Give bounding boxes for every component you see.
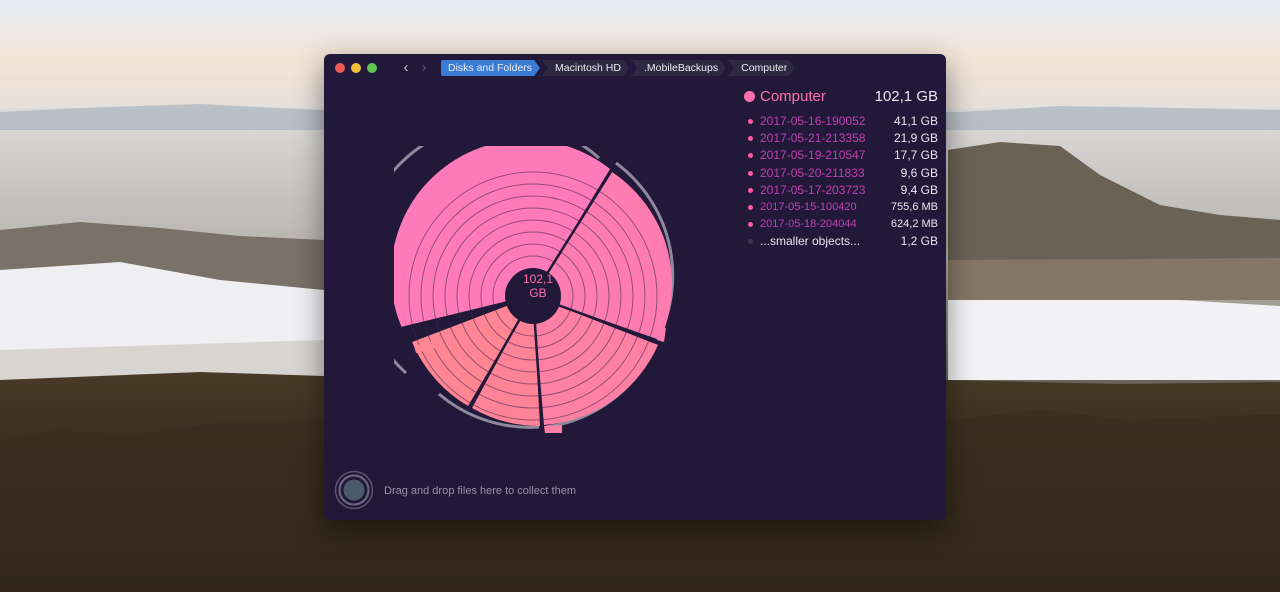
item-size: 755,6 MB: [890, 200, 938, 213]
item-color-dot: [748, 170, 753, 176]
item-size: 1,2 GB: [900, 234, 938, 249]
item-color-dot: [748, 153, 753, 159]
item-name: 2017-05-21-213358: [760, 131, 866, 146]
panel-header: Computer 102,1 GB: [744, 87, 940, 109]
item-color-dot: [748, 136, 753, 142]
collector-drop-zone-icon[interactable]: [334, 470, 374, 510]
breadcrumb-mobilebackups[interactable]: .MobileBackups: [631, 60, 726, 76]
item-color-dot: [748, 119, 753, 124]
item-name: 2017-05-19-210547: [760, 148, 866, 163]
close-window-button[interactable]: [335, 63, 345, 73]
item-size: 624,2 MB: [890, 218, 938, 231]
item-name: 2017-05-16-190052: [760, 114, 866, 128]
drop-zone-hint: Drag and drop files here to collect them: [384, 485, 576, 497]
list-item[interactable]: 2017-05-17-203723 9,4 GB: [744, 182, 940, 199]
panel-total-size: 102,1 GB: [874, 88, 938, 105]
item-name: 2017-05-15-100420: [760, 200, 857, 213]
list-item[interactable]: 2017-05-18-204044 624,2 MB: [744, 216, 940, 233]
app-window: ‹ › Disks and Folders Macintosh HD .Mobi…: [324, 54, 946, 520]
item-name: 2017-05-18-204044: [760, 218, 857, 231]
breadcrumb: Disks and Folders Macintosh HD .MobileBa…: [441, 60, 797, 76]
list-item[interactable]: 2017-05-15-100420 755,6 MB: [744, 199, 940, 216]
list-item[interactable]: 2017-05-16-190052 41,1 GB: [744, 113, 940, 130]
item-color-dot: [748, 239, 753, 245]
item-color-dot: [748, 204, 753, 210]
info-panel: Computer 102,1 GB 2017-05-16-190052 41,1…: [744, 87, 940, 248]
panel-title[interactable]: Computer: [760, 88, 826, 105]
list-item[interactable]: 2017-05-20-211833 9,6 GB: [744, 165, 940, 182]
item-size: 21,9 GB: [893, 131, 938, 146]
breadcrumb-computer[interactable]: Computer: [728, 60, 795, 76]
list-item[interactable]: 2017-05-19-210547 17,7 GB: [744, 147, 940, 164]
item-list: 2017-05-16-190052 41,1 GB 2017-05-21-213…: [744, 113, 940, 251]
item-name: 2017-05-17-203723: [760, 182, 866, 197]
item-size: 17,7 GB: [893, 148, 938, 163]
item-size: 9,4 GB: [900, 182, 938, 197]
item-size: 41,1 GB: [893, 114, 938, 128]
breadcrumb-disks-and-folders[interactable]: Disks and Folders: [441, 60, 540, 76]
forward-arrow-icon[interactable]: ›: [416, 59, 432, 77]
item-size: 9,6 GB: [900, 165, 938, 180]
minimize-window-button[interactable]: [351, 63, 361, 73]
list-item[interactable]: 2017-05-21-213358 21,9 GB: [744, 130, 940, 147]
folder-color-dot: [744, 91, 755, 102]
zoom-window-button[interactable]: [367, 63, 377, 73]
back-arrow-icon[interactable]: ‹: [398, 59, 414, 77]
item-name: 2017-05-20-211833: [760, 165, 865, 180]
total-size-value: 102,1: [522, 272, 554, 286]
item-color-dot: [748, 222, 753, 228]
total-size-label: 102,1 GB: [518, 272, 558, 300]
title-bar: ‹ › Disks and Folders Macintosh HD .Mobi…: [324, 54, 946, 82]
smaller-objects-item[interactable]: ...smaller objects... 1,2 GB: [744, 233, 940, 250]
sunburst-sliver-c: [544, 425, 562, 433]
total-size-unit: GB: [529, 286, 547, 300]
item-name: ...smaller objects...: [760, 234, 861, 249]
item-color-dot: [748, 187, 753, 193]
breadcrumb-macintosh-hd[interactable]: Macintosh HD: [542, 60, 629, 76]
